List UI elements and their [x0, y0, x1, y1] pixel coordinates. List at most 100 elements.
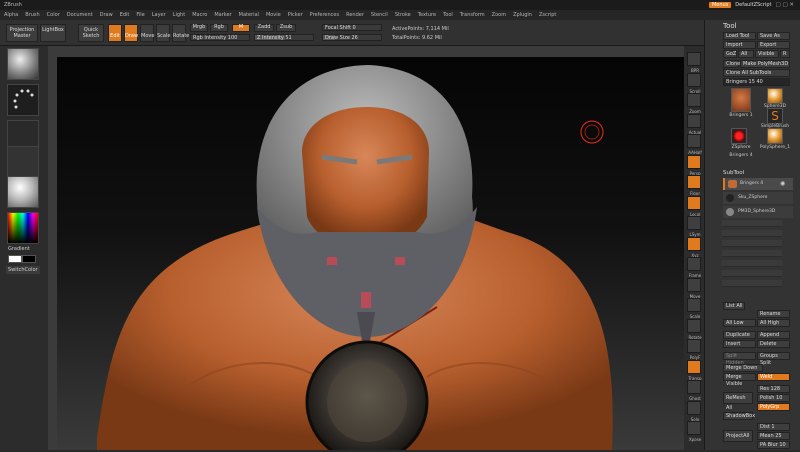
menu-file[interactable]: File [136, 12, 144, 18]
menu-layer[interactable]: Layer [152, 12, 166, 18]
zsphere-thumb[interactable] [731, 128, 747, 144]
import-button[interactable]: Import [723, 41, 756, 49]
simplebrush-thumb[interactable]: S [767, 108, 783, 124]
subtool-header[interactable]: SubTool [723, 170, 744, 176]
weld-toggle[interactable]: Weld [757, 373, 790, 381]
menu-edit[interactable]: Edit [120, 12, 130, 18]
menu-light[interactable]: Light [173, 12, 185, 18]
menu-draw[interactable]: Draw [100, 12, 113, 18]
polygrp-toggle[interactable]: PolyGrp [757, 403, 790, 411]
draw-size-slider[interactable]: Draw Size 26 [322, 34, 382, 41]
menu-texture[interactable]: Texture [418, 12, 436, 18]
menu-zplugin[interactable]: Zplugin [513, 12, 532, 18]
polysphere-thumb[interactable] [767, 128, 783, 144]
tool-name-slider[interactable]: Bringers 15 40 [723, 78, 790, 86]
view-floor-button[interactable]: Floor [687, 175, 701, 196]
view-rotate-button[interactable]: Rotate [687, 318, 702, 340]
rgb-intensity-slider[interactable]: Rgb Intensity 100 [190, 34, 250, 41]
primary-color-swatch[interactable] [8, 255, 22, 263]
view-ghost-button[interactable]: Ghost [687, 380, 701, 401]
view-transp-button[interactable]: Transp [687, 359, 702, 381]
eye-icon[interactable]: ◉ [780, 180, 785, 187]
view-xyz-button[interactable]: Xyz [687, 236, 701, 258]
menu-color[interactable]: Color [47, 12, 60, 18]
subtool-empty-slot[interactable] [722, 280, 782, 287]
clone-button[interactable]: Clone [723, 60, 740, 68]
view-move-button[interactable]: Move [687, 277, 701, 299]
goz-button[interactable]: GoZ [723, 50, 737, 58]
menu-zoom[interactable]: Zoom [492, 12, 506, 18]
view-xpose-button[interactable]: Xpose [687, 421, 701, 442]
stroke-thumbnail[interactable] [7, 84, 39, 116]
menu-tool[interactable]: Tool [443, 12, 453, 18]
document-canvas[interactable] [57, 57, 684, 452]
menu-brush[interactable]: Brush [25, 12, 39, 18]
res-slider[interactable]: Res 128 [757, 385, 790, 393]
export-button[interactable]: Export [757, 41, 790, 49]
menu-stencil[interactable]: Stencil [371, 12, 388, 18]
subtool-empty-slot[interactable] [722, 240, 782, 247]
menu-preferences[interactable]: Preferences [310, 12, 339, 18]
merge-down-button[interactable]: Merge Down [723, 364, 763, 372]
all-high-button[interactable]: All High [757, 319, 790, 327]
move-button[interactable]: Move [140, 24, 154, 42]
color-picker[interactable] [7, 212, 39, 244]
view-bpr-button[interactable]: BPR [687, 52, 701, 73]
current-tool-thumb[interactable] [731, 88, 751, 112]
mean-slider[interactable]: Mean 25 [757, 432, 790, 440]
view-actual-button[interactable]: Actual [687, 113, 701, 135]
brush-thumbnail[interactable] [7, 48, 39, 80]
menus-toggle[interactable]: Menus [708, 2, 732, 8]
groups-split-button[interactable]: Groups Split [757, 352, 790, 366]
z-intensity-slider[interactable]: Z Intensity 51 [254, 34, 314, 41]
menu-alpha[interactable]: Alpha [4, 12, 18, 18]
quick-sketch-button[interactable]: Quick Sketch [78, 24, 104, 42]
load-tool-button[interactable]: Load Tool [723, 32, 756, 40]
delete-button[interactable]: Delete [757, 340, 790, 348]
visible-button[interactable]: Visible [755, 50, 779, 58]
material-thumbnail[interactable] [7, 176, 39, 208]
menu-render[interactable]: Render [346, 12, 364, 18]
view-polyf-button[interactable]: PolyF [687, 339, 701, 360]
switch-color-button[interactable]: SwitchColor [6, 266, 40, 274]
subtool-empty-slot[interactable] [722, 270, 782, 277]
subtool-empty-slot[interactable] [722, 230, 782, 237]
subtool-empty-slot[interactable] [722, 250, 782, 257]
view-solo-button[interactable]: Solo [687, 400, 701, 422]
rgb-button[interactable]: Rgb [210, 24, 228, 32]
secondary-color-swatch[interactable] [22, 255, 36, 263]
window-controls[interactable]: ▢ ▢ ✕ [776, 2, 795, 8]
menu-macro[interactable]: Macro [192, 12, 207, 18]
pa-blur-slider[interactable]: PA Blur 10 [757, 441, 790, 449]
all-button[interactable]: All [738, 50, 754, 58]
m-button[interactable]: M [232, 24, 250, 32]
list-all-button[interactable]: List All [723, 302, 745, 310]
draw-button[interactable]: Draw [124, 24, 138, 42]
save-as-button[interactable]: Save As [757, 32, 790, 40]
make-polymesh-button[interactable]: Make PolyMesh3D [740, 60, 790, 68]
zadd-button[interactable]: Zadd [254, 24, 274, 32]
zsub-button[interactable]: Zsub [276, 24, 296, 32]
sphere3d-thumb[interactable] [767, 88, 783, 104]
merge-visible-button[interactable]: Merge Visible [723, 373, 756, 387]
default-zscript[interactable]: DefaultZScript [735, 2, 771, 8]
view-aahalf-button[interactable]: AAHalf [687, 134, 702, 155]
subtool-row-3[interactable]: PM3D_Sphere3D [723, 206, 793, 218]
append-button[interactable]: Append [757, 331, 790, 339]
subtool-empty-slot[interactable] [722, 260, 782, 267]
project-all-button[interactable]: ProjectAll [723, 430, 753, 442]
menu-stroke[interactable]: Stroke [395, 12, 411, 18]
menu-picker[interactable]: Picker [288, 12, 303, 18]
rotate-button[interactable]: Rotate [172, 24, 189, 42]
subtool-row-1[interactable]: Bringers 4 ◉ [723, 178, 793, 190]
menu-material[interactable]: Material [239, 12, 259, 18]
remesh-all-button[interactable]: ReMesh All [723, 392, 753, 411]
menu-movie[interactable]: Movie [266, 12, 281, 18]
menu-document[interactable]: Document [67, 12, 93, 18]
menu-marker[interactable]: Marker [214, 12, 231, 18]
view-scroll-button[interactable]: Scroll [687, 72, 701, 94]
dist-slider[interactable]: Dist 1 [757, 423, 790, 431]
view-local-button[interactable]: Local [687, 195, 701, 217]
duplicate-button[interactable]: Duplicate [723, 331, 756, 339]
insert-button[interactable]: Insert [723, 340, 756, 348]
